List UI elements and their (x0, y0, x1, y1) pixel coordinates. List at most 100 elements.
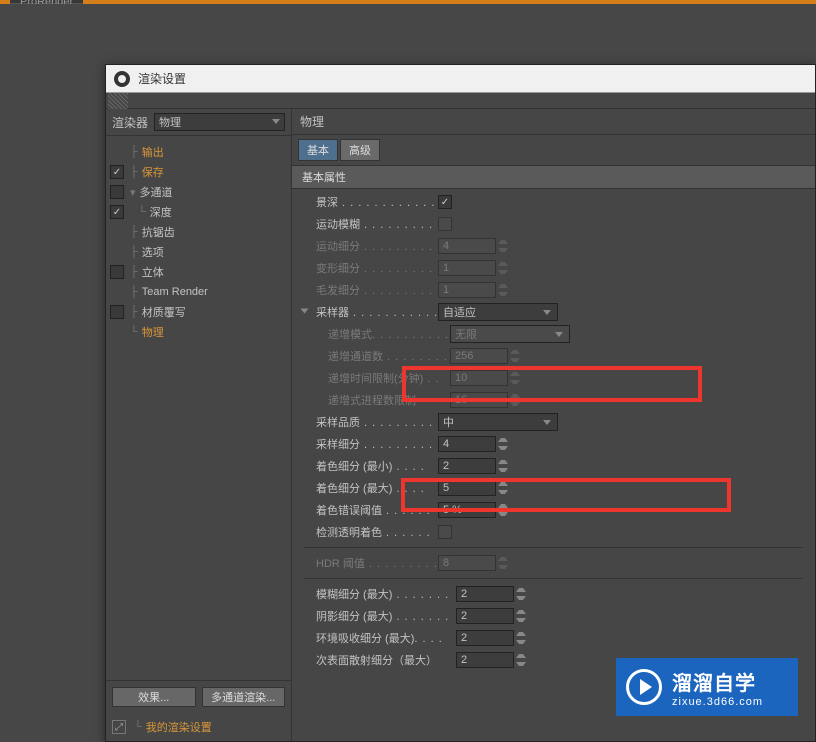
tree-save[interactable]: ✓├保存 (106, 162, 291, 182)
spinner[interactable] (510, 392, 520, 408)
dialog-title: 渲染设置 (138, 70, 186, 87)
right-panel-title: 物理 (292, 109, 815, 135)
disclosure-icon[interactable] (301, 309, 309, 314)
watermark: 溜溜自学 zixue.3d66.com (616, 658, 798, 716)
titlebar[interactable]: 渲染设置 (106, 65, 815, 93)
tree-depth[interactable]: ✓└深度 (106, 202, 291, 222)
chevron-down-icon (543, 310, 551, 315)
checkbox-stereo[interactable] (110, 265, 124, 279)
spinner[interactable] (498, 555, 508, 571)
spinner[interactable] (498, 260, 508, 276)
tree-material-override[interactable]: ├材质覆写 (106, 302, 291, 322)
spinner[interactable] (510, 348, 520, 364)
input-blur-max[interactable]: 2 (456, 586, 514, 602)
input-prog-passes[interactable]: 256 (450, 348, 508, 364)
prop-shadow-max: 阴影细分 (最大) . . . . . . . 2 (298, 605, 809, 627)
prop-motion-subdiv: 运动细分 . . . . . . . . . . 4 (298, 235, 809, 257)
tree-teamrender[interactable]: ├Team Render (106, 282, 291, 302)
settings-tree: ├输出 ✓├保存 ▾多通道 ✓└深度 ├抗锯齿 ├选项 ├立体 ├Team Re… (106, 136, 291, 680)
my-render-settings-label: 我的渲染设置 (146, 719, 212, 735)
checkbox-multipass[interactable] (110, 185, 124, 199)
renderer-value: 物理 (159, 117, 181, 129)
checkbox-detect-transparent[interactable] (438, 525, 452, 539)
spinner[interactable] (498, 480, 508, 496)
my-render-settings[interactable]: ⤢ └ 我的渲染设置 (106, 713, 291, 741)
select-sample-quality[interactable]: 中 (438, 413, 558, 431)
left-panel: 渲染器 物理 ├输出 ✓├保存 ▾多通道 ✓└深度 ├抗锯齿 ├选项 ├立体 ├… (106, 109, 292, 741)
spinner[interactable] (498, 502, 508, 518)
tree-multipass[interactable]: ▾多通道 (106, 182, 291, 202)
spinner[interactable] (498, 238, 508, 254)
tab-advanced[interactable]: 高级 (340, 139, 380, 161)
chevron-down-icon (555, 332, 563, 337)
checkbox-override[interactable] (110, 305, 124, 319)
prop-ao-max: 环境吸收细分 (最大). . . . 2 (298, 627, 809, 649)
tree-options[interactable]: ├选项 (106, 242, 291, 262)
checkbox-depth[interactable]: ✓ (110, 205, 124, 219)
prop-sample-subdiv: 采样细分 . . . . . . . . . . 4 (298, 433, 809, 455)
prop-dof: 景深 . . . . . . . . . . . . . ✓ (298, 191, 809, 213)
dialog-toolbar (106, 93, 815, 109)
spinner[interactable] (516, 652, 526, 668)
spinner[interactable] (516, 630, 526, 646)
renderer-label: 渲染器 (112, 114, 148, 131)
spinner[interactable] (498, 458, 508, 474)
tree-stereo[interactable]: ├立体 (106, 262, 291, 282)
right-panel: 物理 基本 高级 基本属性 景深 . . . . . . . . . . . .… (292, 109, 815, 741)
input-sss-max[interactable]: 2 (456, 652, 514, 668)
prop-progressive-mode: 递增模式. . . . . . . . . . 无限 (298, 323, 809, 345)
input-hdr[interactable]: 8 (438, 555, 496, 571)
spinner[interactable] (498, 436, 508, 452)
input-motion-subdiv[interactable]: 4 (438, 238, 496, 254)
input-shading-error[interactable]: 5 % (438, 502, 496, 518)
play-icon (626, 669, 662, 705)
input-hair-subdiv[interactable]: 1 (438, 282, 496, 298)
spinner[interactable] (498, 282, 508, 298)
checkbox-motion-blur[interactable] (438, 217, 452, 231)
tree-antialias[interactable]: ├抗锯齿 (106, 222, 291, 242)
prop-blur-max: 模糊细分 (最大) . . . . . . . 2 (298, 583, 809, 605)
prop-sampler: 采样器 . . . . . . . . . . . . 自适应 (298, 301, 809, 323)
renderer-select[interactable]: 物理 (154, 113, 285, 131)
input-prog-count[interactable]: 16 (450, 392, 508, 408)
spinner[interactable] (516, 586, 526, 602)
prop-sample-quality: 采样品质 . . . . . . . . . . 中 (298, 411, 809, 433)
input-ao-max[interactable]: 2 (456, 630, 514, 646)
input-deform-subdiv[interactable]: 1 (438, 260, 496, 276)
checkbox-save[interactable]: ✓ (110, 165, 124, 179)
prop-deform-subdiv: 变形细分 . . . . . . . . . . 1 (298, 257, 809, 279)
prop-motion-blur: 运动模糊 . . . . . . . . . . (298, 213, 809, 235)
spinner[interactable] (510, 370, 520, 386)
watermark-sub: zixue.3d66.com (672, 696, 763, 708)
multipass-render-button[interactable]: 多通道渲染... (202, 687, 286, 707)
tree-output[interactable]: ├输出 (106, 142, 291, 162)
prop-detect-transparent: 检测透明着色 . . . . . . (298, 521, 809, 543)
prop-hdr-threshold: HDR 阈值 . . . . . . . . . . 8 (298, 552, 809, 574)
expand-icon[interactable]: ⤢ (112, 720, 126, 734)
prop-progressive-time: 递增时间限制(分钟) . . 10 (298, 367, 809, 389)
watermark-title: 溜溜自学 (672, 667, 763, 696)
prop-shading-min: 着色细分 (最小) . . . . 2 (298, 455, 809, 477)
tree-physical[interactable]: └物理 (106, 322, 291, 342)
select-progressive-mode[interactable]: 无限 (450, 325, 570, 343)
input-sample-subdiv[interactable]: 4 (438, 436, 496, 452)
input-prog-time[interactable]: 10 (450, 370, 508, 386)
grid-icon[interactable] (108, 93, 128, 109)
input-shading-min[interactable]: 2 (438, 458, 496, 474)
chevron-down-icon (543, 420, 551, 425)
prop-progressive-count: 递增式进程数限制 16 (298, 389, 809, 411)
render-settings-dialog: 渲染设置 渲染器 物理 ├输出 ✓├保存 ▾多通道 ✓└深度 (105, 64, 816, 742)
prop-hair-subdiv: 毛发细分 . . . . . . . . . . 1 (298, 279, 809, 301)
tab-basic[interactable]: 基本 (298, 139, 338, 161)
section-basic-props: 基本属性 (292, 165, 815, 189)
select-sampler[interactable]: 自适应 (438, 303, 558, 321)
input-shading-max[interactable]: 5 (438, 480, 496, 496)
spinner[interactable] (516, 608, 526, 624)
app-icon (114, 71, 130, 87)
checkbox-dof[interactable]: ✓ (438, 195, 452, 209)
effects-button[interactable]: 效果... (112, 687, 196, 707)
input-shadow-max[interactable]: 2 (456, 608, 514, 624)
prop-shading-max: 着色细分 (最大) . . . . 5 (298, 477, 809, 499)
prop-shading-error: 着色错误阈值 . . . . . . 5 % (298, 499, 809, 521)
prop-progressive-passes: 递增通道数 . . . . . . . . 256 (298, 345, 809, 367)
